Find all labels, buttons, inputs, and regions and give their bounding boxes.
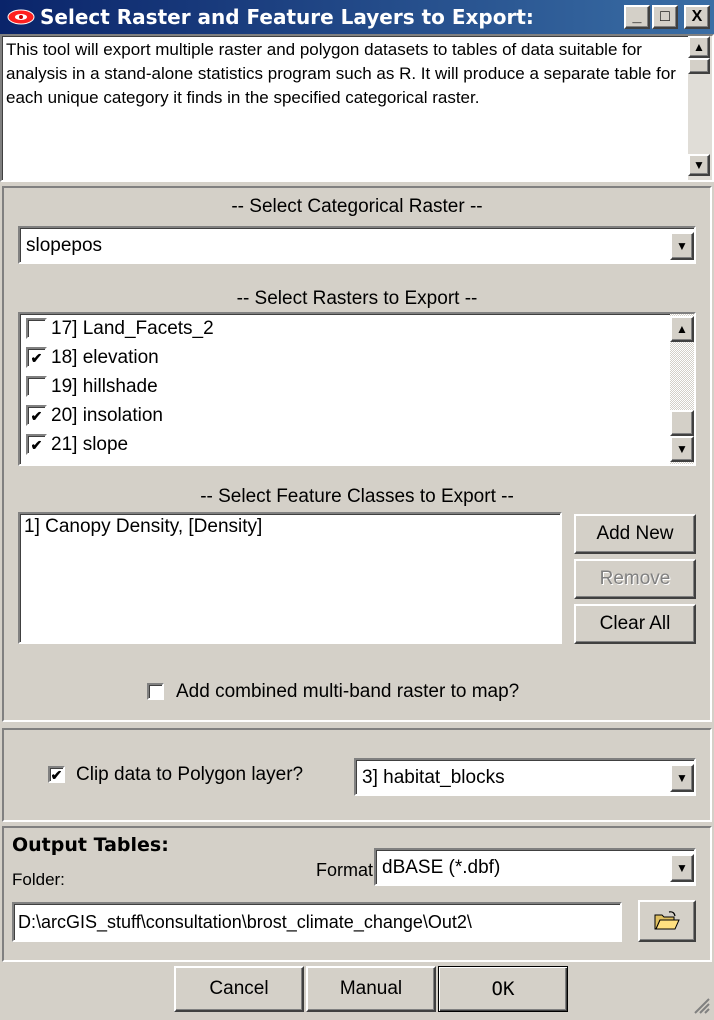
close-button[interactable]: X — [684, 5, 710, 29]
categorical-raster-select[interactable]: slopepos ▼ — [18, 226, 696, 264]
raster-list-item[interactable]: 17] Land_Facets_2 — [26, 314, 214, 343]
categorical-raster-value: slopepos — [26, 235, 103, 256]
raster-list-item[interactable]: ✔ 20] insolation — [26, 401, 163, 430]
clip-layer-select[interactable]: 3] habitat_blocks ▼ — [354, 758, 696, 796]
resize-grip[interactable] — [690, 994, 710, 1014]
description-box[interactable]: This tool will export multiple raster an… — [0, 34, 714, 182]
clip-label: Clip data to Polygon layer? — [76, 764, 304, 785]
raster-label: 21] slope — [51, 433, 129, 455]
raster-label: 17] Land_Facets_2 — [51, 317, 214, 339]
folder-open-icon — [654, 911, 680, 931]
raster-list[interactable]: ▲ ▼ 17] Land_Facets_2 ✔ 18] elevation 19] h… — [18, 312, 696, 466]
clip-checkbox[interactable]: ✔ — [48, 766, 65, 783]
description-scrollbar[interactable]: ▲ ▼ — [688, 36, 712, 180]
feature-class-item[interactable]: 1] Canopy Density, [Density] — [24, 516, 262, 538]
browse-folder-button[interactable] — [638, 900, 696, 942]
rasters-heading: -- Select Rasters to Export -- — [236, 288, 478, 309]
add-combined-label: Add combined multi-band raster to map? — [176, 681, 520, 702]
raster-list-scrollbar[interactable]: ▲ ▼ — [670, 314, 694, 464]
format-value: dBASE (*.dbf) — [382, 857, 501, 878]
format-label: Format: — [316, 860, 379, 880]
categorical-heading: -- Select Categorical Raster -- — [231, 196, 483, 217]
scroll-thumb[interactable] — [688, 58, 710, 74]
scroll-up-button[interactable]: ▲ — [670, 316, 694, 342]
raster-checkbox[interactable]: ✔ — [26, 347, 47, 368]
scroll-up-button[interactable]: ▲ — [688, 36, 710, 58]
add-new-button[interactable]: Add New — [574, 514, 696, 554]
folder-value: D:\arcGIS_stuff\consultation\brost_clima… — [18, 912, 472, 932]
minimize-button[interactable]: _ — [624, 5, 650, 29]
raster-list-item[interactable]: ✔ 21] slope — [26, 430, 128, 459]
ok-button[interactable]: OK — [438, 966, 568, 1012]
folder-input[interactable]: D:\arcGIS_stuff\consultation\brost_clima… — [12, 902, 622, 942]
feature-class-list[interactable]: 1] Canopy Density, [Density] — [18, 512, 562, 644]
scroll-down-button[interactable]: ▼ — [688, 154, 710, 176]
raster-checkbox[interactable] — [26, 376, 47, 397]
scroll-thumb[interactable] — [670, 410, 694, 436]
raster-checkbox[interactable] — [26, 318, 47, 339]
eye-icon — [7, 8, 35, 26]
cancel-button[interactable]: Cancel — [174, 966, 304, 1012]
window-title: Select Raster and Feature Layers to Expo… — [40, 5, 534, 29]
raster-checkbox[interactable]: ✔ — [26, 434, 47, 455]
description-text: This tool will export multiple raster an… — [6, 40, 676, 107]
raster-checkbox[interactable]: ✔ — [26, 405, 47, 426]
raster-list-item[interactable]: 19] hillshade — [26, 372, 158, 401]
raster-label: 20] insolation — [51, 404, 163, 426]
features-heading: -- Select Feature Classes to Export -- — [200, 486, 514, 507]
add-combined-checkbox[interactable] — [147, 683, 164, 700]
raster-list-item[interactable]: ✔ 18] elevation — [26, 343, 159, 372]
raster-label: 19] hillshade — [51, 375, 158, 397]
raster-label: 18] elevation — [51, 346, 159, 368]
format-select[interactable]: dBASE (*.dbf) ▼ — [374, 848, 696, 886]
remove-button[interactable]: Remove — [574, 559, 696, 599]
scroll-down-button[interactable]: ▼ — [670, 436, 694, 462]
folder-label: Folder: — [12, 870, 65, 889]
manual-button[interactable]: Manual — [306, 966, 436, 1012]
maximize-button[interactable]: □ — [652, 5, 678, 29]
clip-layer-value: 3] habitat_blocks — [362, 767, 505, 788]
output-heading: Output Tables: — [12, 834, 169, 856]
chevron-down-icon[interactable]: ▼ — [670, 854, 694, 882]
chevron-down-icon[interactable]: ▼ — [670, 232, 694, 260]
chevron-down-icon[interactable]: ▼ — [670, 764, 694, 792]
clear-all-button[interactable]: Clear All — [574, 604, 696, 644]
